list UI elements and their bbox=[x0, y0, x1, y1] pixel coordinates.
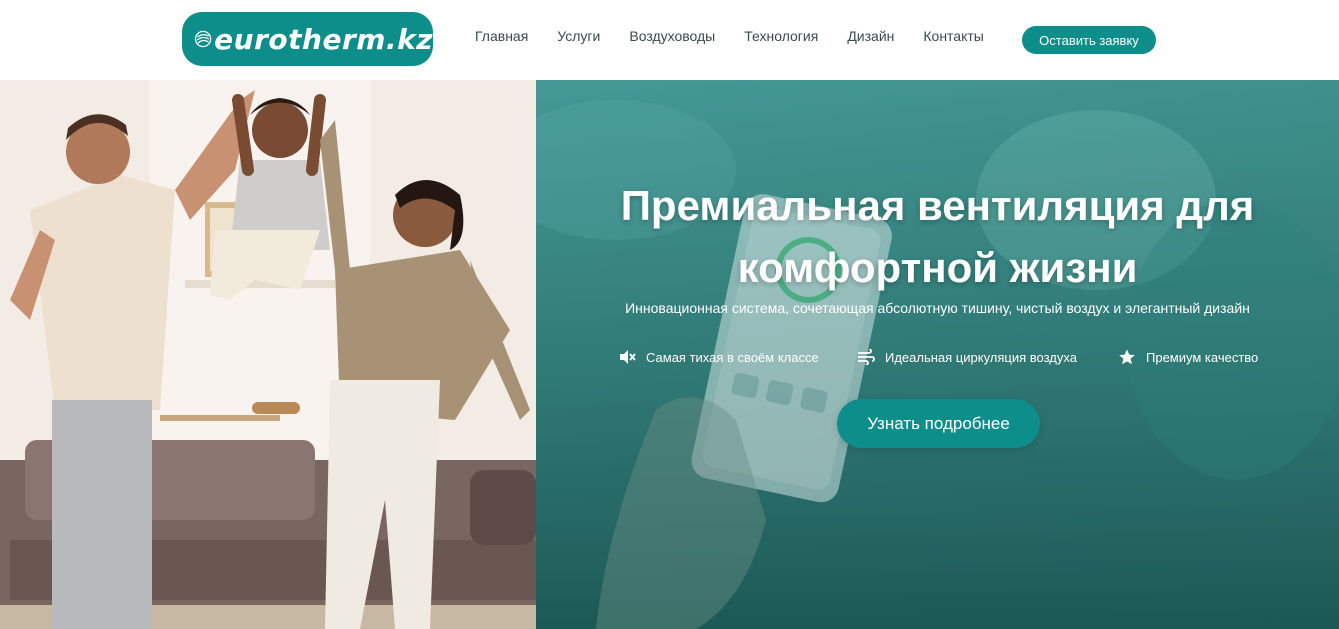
family-photo bbox=[0, 80, 536, 629]
feature-item-quality: Премиум качество bbox=[1118, 349, 1258, 365]
logo-swirl-icon bbox=[194, 30, 212, 48]
hero-title-line1: Премиальная вентиляция для bbox=[620, 182, 1255, 229]
site-header: eurotherm.kz Главная Услуги Воздуховоды … bbox=[0, 0, 1339, 80]
learn-more-button[interactable]: Узнать подробнее bbox=[837, 399, 1040, 448]
hero-subtitle: Инновационная система, сочетающая абсолю… bbox=[625, 300, 1250, 316]
nav-item-technology[interactable]: Технология bbox=[744, 28, 818, 44]
nav-item-home[interactable]: Главная bbox=[475, 28, 528, 44]
nav-item-contacts[interactable]: Контакты bbox=[923, 28, 983, 44]
feature-label-quality: Премиум качество bbox=[1146, 349, 1259, 365]
star-icon bbox=[1119, 349, 1135, 365]
request-button[interactable]: Оставить заявку bbox=[1022, 26, 1156, 54]
features-list: Самая тихая в своём классе Идеальная цир… bbox=[618, 349, 1278, 369]
nav-item-services[interactable]: Услуги bbox=[557, 28, 600, 44]
main-nav: Главная Услуги Воздуховоды Технология Ди… bbox=[475, 28, 1013, 44]
feature-item-airflow: Идеальная циркуляция воздуха bbox=[857, 349, 1077, 365]
mute-speaker-icon bbox=[620, 350, 636, 364]
feature-item-quiet: Самая тихая в своём классе bbox=[618, 349, 819, 365]
nav-item-design[interactable]: Дизайн bbox=[847, 28, 894, 44]
family-illustration bbox=[0, 80, 536, 629]
hero-section: Премиальная вентиляция для комфортной жи… bbox=[0, 80, 1339, 629]
hero-title-line2: комфортной жизни bbox=[737, 244, 1138, 291]
feature-label-airflow: Идеальная циркуляция воздуха bbox=[885, 349, 1077, 365]
feature-label-quiet: Самая тихая в своём классе bbox=[646, 349, 819, 365]
logo[interactable]: eurotherm.kz bbox=[182, 12, 433, 66]
wind-icon bbox=[858, 349, 875, 365]
logo-text: eurotherm.kz bbox=[214, 22, 433, 56]
nav-item-ducts[interactable]: Воздуховоды bbox=[629, 28, 715, 44]
hero-title: Премиальная вентиляция для комфортной жи… bbox=[536, 175, 1339, 299]
